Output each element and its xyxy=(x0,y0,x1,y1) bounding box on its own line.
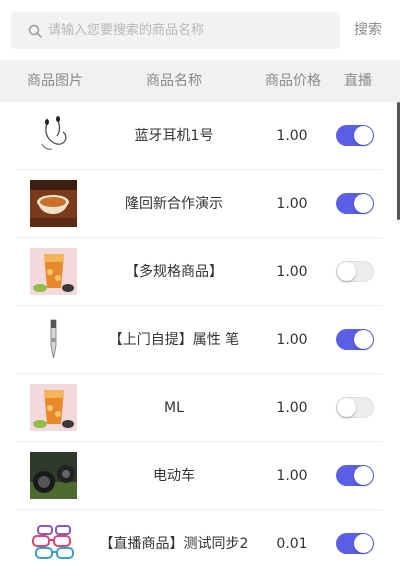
product-price: 1.00 xyxy=(276,196,308,212)
iced-tea-icon xyxy=(30,384,77,431)
product-row[interactable]: 电动车 1.00 xyxy=(0,442,400,510)
live-toggle[interactable] xyxy=(336,397,374,418)
product-row[interactable]: 【上门自提】属性 笔 1.00 xyxy=(0,306,400,374)
product-row[interactable]: 蓝牙耳机1号 1.00 xyxy=(0,102,400,170)
earphone-icon xyxy=(30,112,77,159)
product-price: 1.00 xyxy=(276,264,308,280)
search-input[interactable] xyxy=(48,12,333,49)
live-toggle[interactable] xyxy=(336,329,374,350)
product-row[interactable]: 【直播商品】测试同步2 0.01 xyxy=(0,510,400,561)
product-row[interactable]: 【多规格商品】 1.00 xyxy=(0,238,400,306)
header-product-price: 商品价格 xyxy=(265,73,321,89)
scooter-icon xyxy=(30,452,77,499)
live-toggle[interactable] xyxy=(336,193,374,214)
product-name: 【多规格商品】 xyxy=(125,264,223,280)
search-box[interactable] xyxy=(11,12,340,49)
live-toggle[interactable] xyxy=(336,261,374,282)
toggle-knob xyxy=(354,194,373,213)
product-row[interactable]: 隆回新合作演示 1.00 xyxy=(0,170,400,238)
glasses-icon xyxy=(30,520,77,561)
header-product-name: 商品名称 xyxy=(146,73,202,89)
toggle-knob xyxy=(337,398,356,417)
pen-icon xyxy=(30,316,77,363)
product-name: 蓝牙耳机1号 xyxy=(134,128,214,144)
product-price: 1.00 xyxy=(276,468,308,484)
search-icon xyxy=(28,24,42,38)
product-name: 电动车 xyxy=(153,468,195,484)
table-header: 商品图片 商品名称 商品价格 直播 xyxy=(0,60,400,102)
food-bowl-icon xyxy=(30,180,77,227)
product-name: 【直播商品】测试同步2 xyxy=(99,536,249,552)
toggle-knob xyxy=(354,126,373,145)
live-toggle[interactable] xyxy=(336,125,374,146)
product-row[interactable]: ML 1.00 xyxy=(0,374,400,442)
product-price: 1.00 xyxy=(276,128,308,144)
search-bar: 搜索 xyxy=(0,0,400,60)
product-price: 0.01 xyxy=(276,536,308,552)
toggle-knob xyxy=(337,262,356,281)
product-list: 蓝牙耳机1号 1.00 隆回新合作演示 1.00 【多规格商品】 1.00 【上… xyxy=(0,102,400,561)
toggle-knob xyxy=(354,466,373,485)
toggle-knob xyxy=(354,330,373,349)
header-live: 直播 xyxy=(344,73,372,89)
live-toggle[interactable] xyxy=(336,533,374,554)
product-name: 隆回新合作演示 xyxy=(125,196,223,212)
product-name: ML xyxy=(164,400,184,416)
iced-tea-icon xyxy=(30,248,77,295)
header-product-image: 商品图片 xyxy=(27,73,83,89)
product-price: 1.00 xyxy=(276,332,308,348)
search-button[interactable]: 搜索 xyxy=(344,12,392,49)
product-name: 【上门自提】属性 笔 xyxy=(108,332,240,348)
toggle-knob xyxy=(354,534,373,553)
product-price: 1.00 xyxy=(276,400,308,416)
live-toggle[interactable] xyxy=(336,465,374,486)
